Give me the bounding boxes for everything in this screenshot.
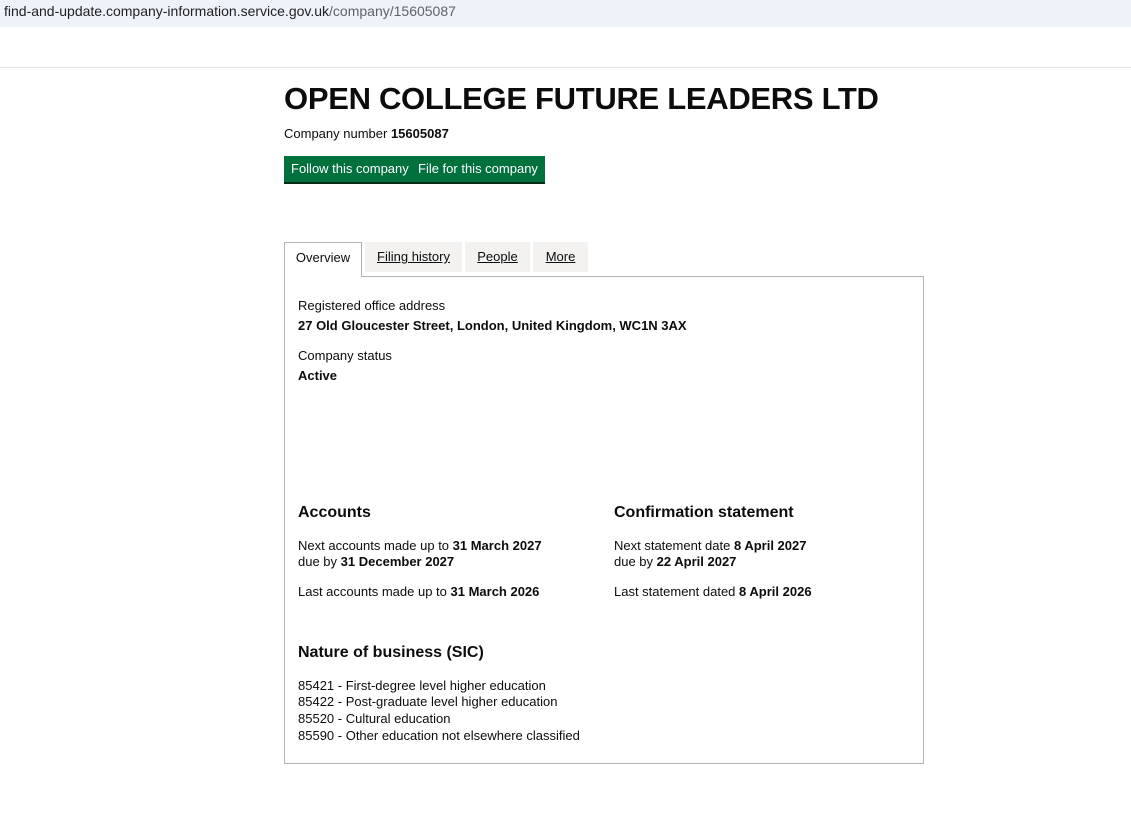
confirmation-due-date: 22 April 2027 xyxy=(656,554,737,569)
confirmation-due: due by 22 April 2027 xyxy=(614,554,736,569)
accounts-last-prefix: Last accounts made up to xyxy=(298,584,447,599)
company-name-heading: OPEN COLLEGE FUTURE LEADERS LTD xyxy=(284,81,879,116)
accounts-due-date: 31 December 2027 xyxy=(340,554,455,569)
accounts-last-date: 31 March 2026 xyxy=(450,584,540,599)
tab-filing-history[interactable]: Filing history xyxy=(365,242,462,272)
confirmation-due-prefix: due by xyxy=(614,554,654,569)
accounts-next-date: 31 March 2027 xyxy=(452,538,542,553)
registered-office-value: 27 Old Gloucester Street, London, United… xyxy=(298,318,687,333)
company-number: Company number 15605087 xyxy=(284,126,449,141)
tab-filing-history-label: Filing history xyxy=(377,249,450,264)
confirmation-last: Last statement dated 8 April 2026 xyxy=(614,584,812,599)
header-divider xyxy=(0,67,1131,68)
accounts-last: Last accounts made up to 31 March 2026 xyxy=(298,584,539,599)
url-host: find-and-update.company-information.serv… xyxy=(4,3,330,19)
registered-office-label: Registered office address xyxy=(298,298,446,313)
sic-item: 85422 - Post-graduate level higher educa… xyxy=(298,694,558,709)
tab-people[interactable]: People xyxy=(465,242,530,272)
url-path: /company/15605087 xyxy=(329,3,456,19)
url-text[interactable]: find-and-update.company-information.serv… xyxy=(4,3,456,19)
tab-overview-label: Overview xyxy=(295,250,351,265)
confirmation-next: Next statement date 8 April 2027 xyxy=(614,538,806,553)
confirmation-last-date: 8 April 2026 xyxy=(739,584,812,599)
company-status-label: Company status xyxy=(298,348,392,363)
company-status-value: Active xyxy=(298,368,338,383)
file-for-company-button[interactable]: File for this company xyxy=(411,156,545,184)
tab-more-label: More xyxy=(545,249,576,264)
accounts-next-prefix: Next accounts made up to xyxy=(298,538,450,553)
tab-more[interactable]: More xyxy=(533,242,588,272)
sic-heading: Nature of business (SIC) xyxy=(298,644,484,661)
accounts-heading: Accounts xyxy=(298,504,371,521)
sic-item: 85520 - Cultural education xyxy=(298,711,451,726)
confirmation-next-prefix: Next statement date xyxy=(614,538,731,553)
sic-item: 85590 - Other education not elsewhere cl… xyxy=(298,728,580,743)
tab-overview[interactable]: Overview xyxy=(284,242,362,277)
company-number-value: 15605087 xyxy=(390,126,449,141)
tab-people-label: People xyxy=(477,249,518,264)
accounts-due-prefix: due by xyxy=(298,554,338,569)
overview-panel: Registered office address 27 Old Glouces… xyxy=(284,276,924,764)
confirmation-heading: Confirmation statement xyxy=(614,504,794,521)
follow-company-button[interactable]: Follow this company xyxy=(284,156,416,184)
confirmation-last-prefix: Last statement dated xyxy=(614,584,736,599)
company-number-label: Company number xyxy=(284,126,388,141)
browser-address-bar[interactable]: find-and-update.company-information.serv… xyxy=(0,0,1131,27)
sic-item: 85421 - First-degree level higher educat… xyxy=(298,678,546,693)
accounts-due: due by 31 December 2027 xyxy=(298,554,454,569)
confirmation-next-date: 8 April 2027 xyxy=(733,538,807,553)
accounts-next: Next accounts made up to 31 March 2027 xyxy=(298,538,542,553)
